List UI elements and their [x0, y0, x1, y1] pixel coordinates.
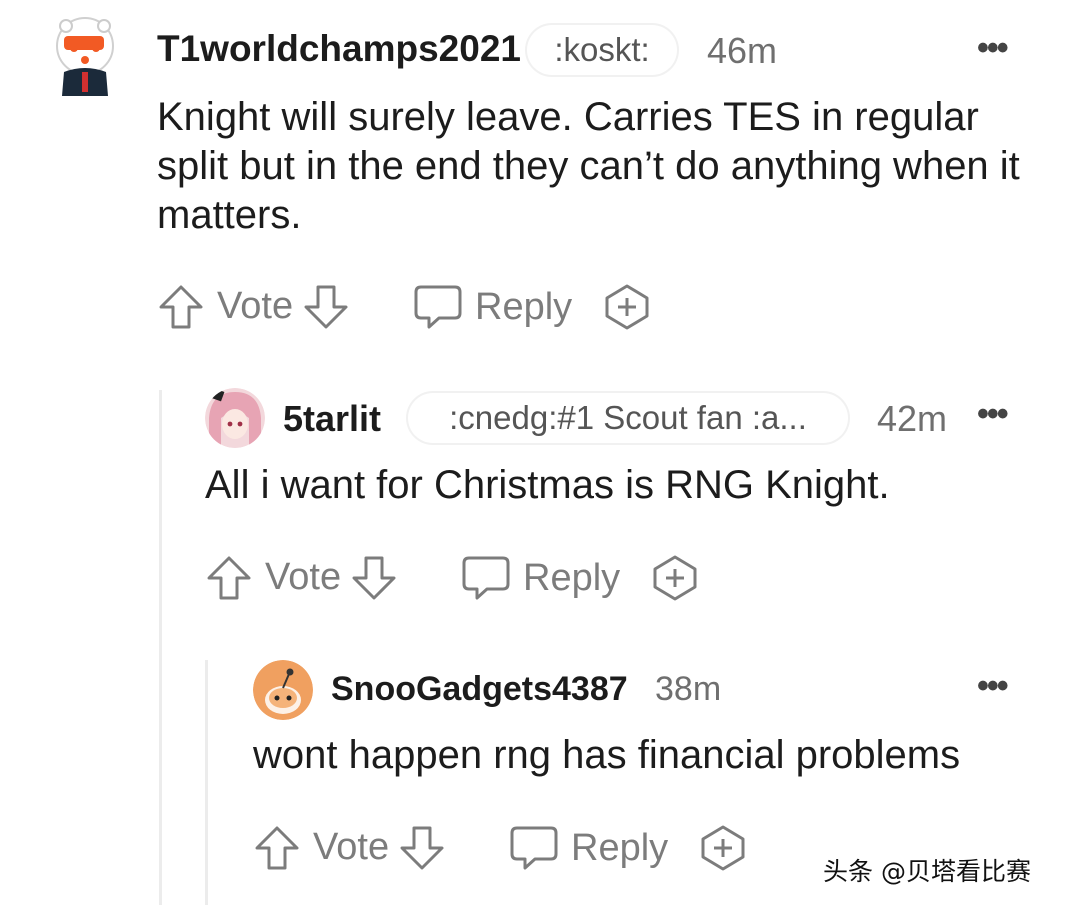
downvote-button[interactable] [350, 554, 398, 602]
reply-label: Reply [523, 556, 621, 599]
award-button[interactable] [603, 283, 651, 331]
award-button[interactable] [651, 554, 699, 602]
comment-body: Knight will surely leave. Carries TES in… [157, 95, 1020, 237]
upvote-button[interactable] [157, 283, 205, 331]
vote-count: Vote [265, 556, 341, 599]
upvote-arrow-icon[interactable] [253, 824, 301, 872]
downvote-button[interactable] [302, 283, 350, 331]
chat-bubble-icon [462, 556, 510, 600]
downvote-arrow-icon[interactable] [350, 554, 398, 602]
vote-count: Vote [313, 826, 389, 869]
chat-bubble-icon [510, 826, 558, 870]
vote-label: Vote [217, 285, 294, 327]
more-options-icon[interactable]: ••• [977, 397, 1009, 431]
reply-label: Reply [475, 285, 573, 328]
snoo-avatar-icon[interactable] [253, 660, 313, 720]
chat-bubble-icon [414, 285, 462, 329]
comment-username[interactable]: 5tarlit [283, 398, 381, 440]
reply-button[interactable]: Reply [413, 283, 572, 331]
watermark: 头条 @贝塔看比赛 [823, 857, 1031, 886]
more-options-icon[interactable]: ••• [977, 31, 1009, 65]
reply-label: Reply [571, 826, 669, 869]
reply-button[interactable]: Reply [461, 554, 620, 602]
comment-body: wont happen rng has financial problems [253, 733, 961, 777]
upvote-arrow-icon[interactable] [205, 554, 253, 602]
comment-timestamp: 38m [655, 670, 722, 708]
user-flair: :koskt: [527, 25, 677, 75]
comment-timestamp: 46m [707, 30, 778, 71]
thread-line-level-1 [159, 390, 162, 905]
downvote-arrow-icon[interactable] [398, 824, 446, 872]
upvote-button[interactable] [205, 554, 253, 602]
award-button[interactable] [699, 824, 747, 872]
downvote-button[interactable] [398, 824, 446, 872]
more-options-icon[interactable]: ••• [977, 669, 1009, 703]
upvote-button[interactable] [253, 824, 301, 872]
comment-body: All i want for Christmas is RNG Knight. [205, 463, 890, 507]
vote-label: Vote [265, 556, 342, 598]
comment-username[interactable]: T1worldchamps2021 [157, 28, 521, 70]
anime-avatar-icon[interactable] [205, 388, 265, 448]
vote-label: Vote [313, 826, 390, 868]
snoo-avatar-icon[interactable] [52, 10, 118, 98]
reply-button[interactable]: Reply [509, 824, 668, 872]
award-plus-icon [701, 825, 745, 871]
award-plus-icon [605, 284, 649, 330]
upvote-arrow-icon[interactable] [157, 283, 205, 331]
thread-line-level-2 [205, 660, 208, 905]
award-plus-icon [653, 555, 697, 601]
downvote-arrow-icon[interactable] [302, 283, 350, 331]
user-flair: :cnedg:#1 Scout fan :a... [408, 393, 848, 443]
comment-timestamp: 42m [877, 398, 948, 439]
vote-count: Vote [217, 285, 293, 328]
comment-username[interactable]: SnooGadgets4387 [331, 670, 628, 709]
